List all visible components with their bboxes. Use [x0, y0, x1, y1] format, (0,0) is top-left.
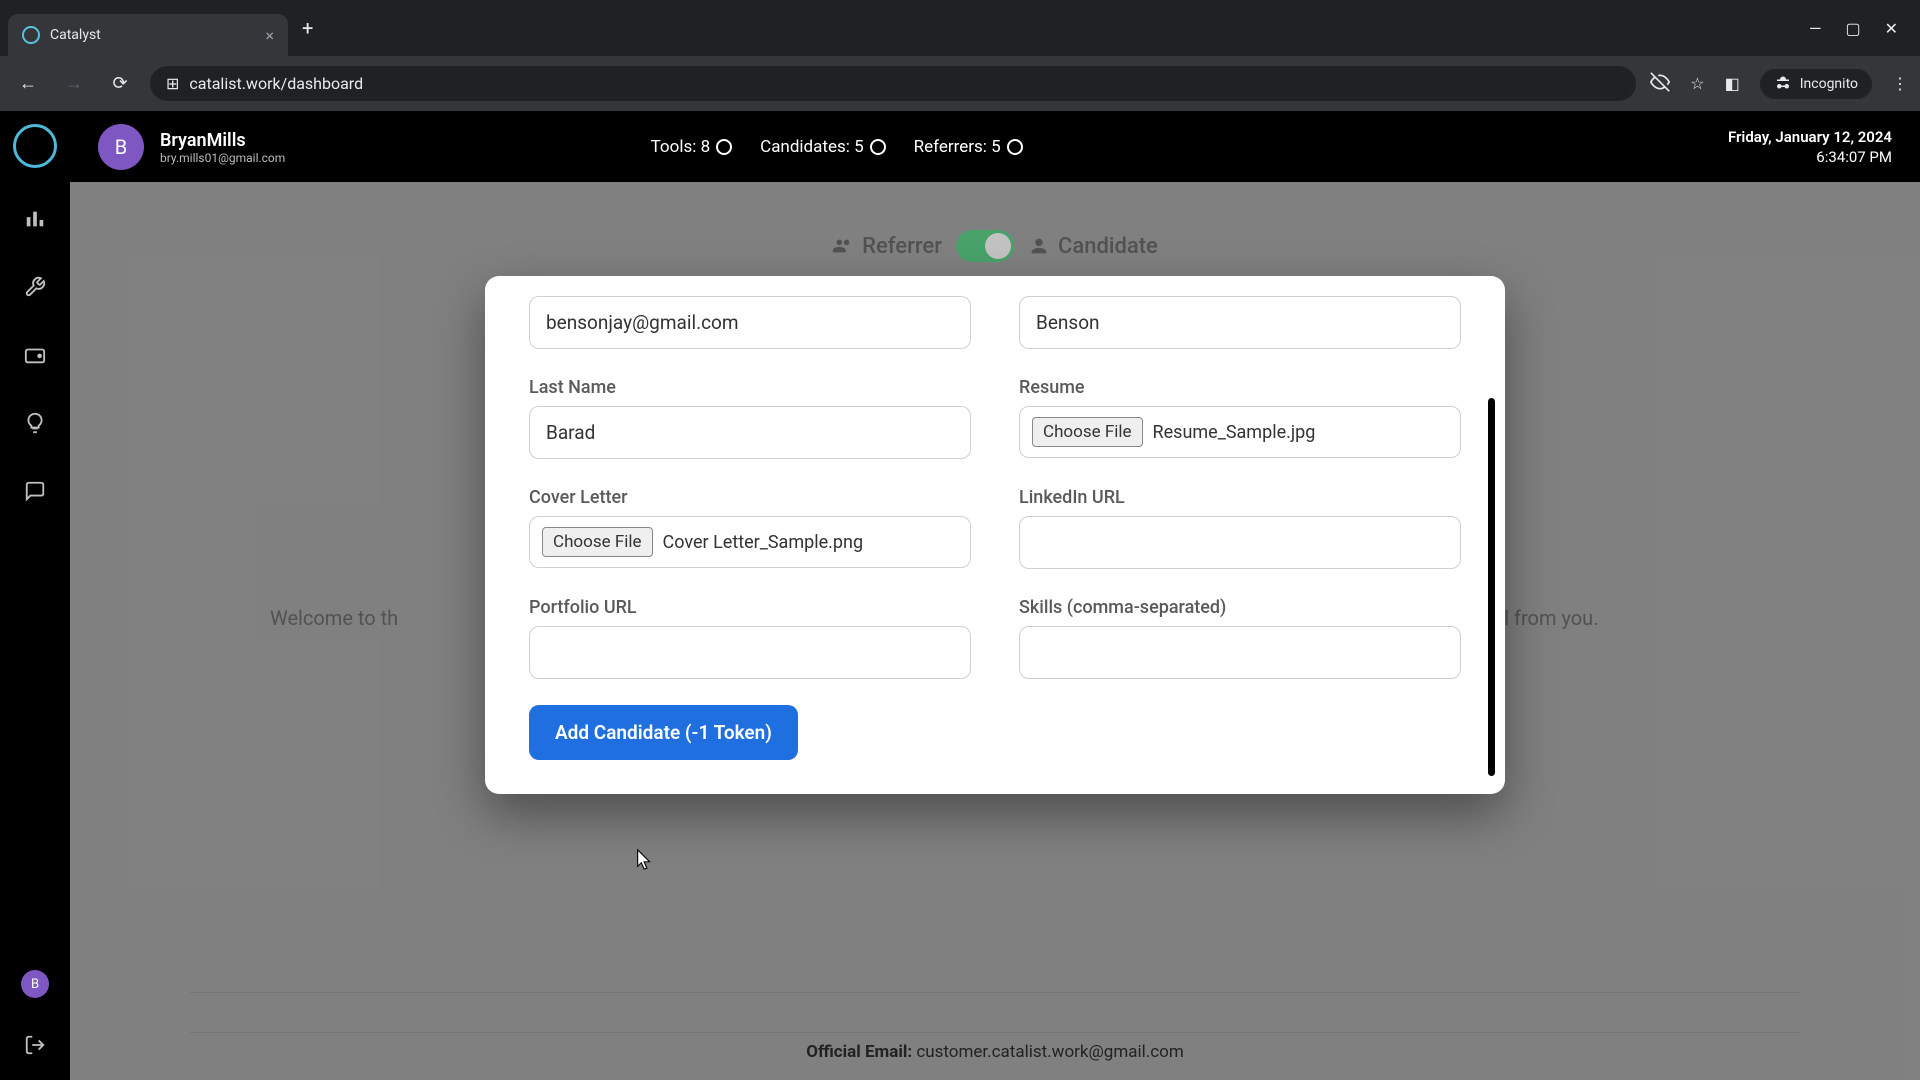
- header-time: 6:34:07 PM: [1728, 148, 1892, 166]
- stat-referrers: Referrers: 5: [914, 137, 1023, 157]
- footer-email: customer.catalist.work@gmail.com: [916, 1042, 1183, 1062]
- cover-letter-label: Cover Letter: [529, 487, 971, 508]
- tools-icon[interactable]: [24, 276, 46, 304]
- skills-label: Skills (comma-separated): [1019, 597, 1461, 618]
- linkedin-label: LinkedIn URL: [1019, 487, 1461, 508]
- resume-file-name: Resume_Sample.jpg: [1153, 422, 1316, 443]
- logout-icon[interactable]: [24, 1034, 46, 1062]
- tab-favicon-icon: [22, 26, 40, 44]
- add-candidate-button[interactable]: Add Candidate (-1 Token): [529, 705, 798, 760]
- portfolio-field[interactable]: [529, 626, 971, 679]
- close-window-icon[interactable]: ✕: [1885, 19, 1898, 38]
- resume-label: Resume: [1019, 377, 1461, 398]
- back-icon[interactable]: ←: [12, 73, 44, 94]
- new-tab-button[interactable]: +: [288, 16, 327, 40]
- panel-icon[interactable]: ◧: [1725, 74, 1740, 93]
- kebab-menu-icon[interactable]: ⋮: [1892, 74, 1908, 93]
- stat-tools: Tools: 8: [651, 137, 733, 157]
- user-email: bry.mills01@gmail.com: [160, 151, 285, 165]
- site-settings-icon[interactable]: ⊞: [166, 74, 179, 93]
- coin-icon: [716, 139, 732, 155]
- tab-title: Catalyst: [50, 27, 101, 43]
- skills-field[interactable]: [1019, 626, 1461, 679]
- last-name-label: Last Name: [529, 377, 971, 398]
- user-name: BryanMills: [160, 130, 285, 151]
- stat-candidates: Candidates: 5: [760, 137, 886, 157]
- coin-icon: [1007, 139, 1023, 155]
- last-name-field[interactable]: [529, 406, 971, 459]
- address-url: catalist.work/dashboard: [189, 74, 363, 93]
- reload-icon[interactable]: ⟳: [104, 73, 136, 94]
- app-header: B BryanMills bry.mills01@gmail.com Tools…: [70, 112, 1920, 182]
- address-bar[interactable]: ⊞ catalist.work/dashboard: [150, 66, 1636, 101]
- add-candidate-modal: Last Name Resume Choose File Resume_Samp…: [485, 276, 1505, 794]
- resume-file-input[interactable]: Choose File Resume_Sample.jpg: [1019, 406, 1461, 458]
- dashboard-icon[interactable]: [24, 208, 46, 236]
- coin-icon: [870, 139, 886, 155]
- forward-icon: →: [58, 73, 90, 94]
- chat-icon[interactable]: [24, 480, 46, 508]
- email-field[interactable]: [529, 296, 971, 349]
- modal-scrollbar[interactable]: [1488, 398, 1495, 776]
- app-logo-icon[interactable]: [13, 124, 57, 168]
- incognito-badge[interactable]: Incognito: [1760, 69, 1872, 99]
- browser-tab[interactable]: Catalyst ×: [8, 14, 288, 56]
- choose-file-button[interactable]: Choose File: [542, 527, 653, 557]
- first-name-field[interactable]: [1019, 296, 1461, 349]
- minimize-icon[interactable]: ―: [1809, 19, 1822, 38]
- wallet-icon[interactable]: [24, 344, 46, 372]
- portfolio-label: Portfolio URL: [529, 597, 971, 618]
- header-date: Friday, January 12, 2024: [1728, 128, 1892, 146]
- mini-avatar[interactable]: B: [21, 970, 49, 998]
- footer-prefix: Official Email:: [806, 1042, 912, 1062]
- incognito-icon: [1774, 75, 1792, 93]
- lightbulb-icon[interactable]: [24, 412, 46, 440]
- cover-file-name: Cover Letter_Sample.png: [663, 532, 864, 553]
- cover-file-input[interactable]: Choose File Cover Letter_Sample.png: [529, 516, 971, 568]
- linkedin-field[interactable]: [1019, 516, 1461, 569]
- choose-file-button[interactable]: Choose File: [1032, 417, 1143, 447]
- close-tab-icon[interactable]: ×: [265, 26, 274, 45]
- sidebar: B: [0, 112, 70, 1080]
- footer: Official Email: customer.catalist.work@g…: [70, 1042, 1920, 1062]
- eye-off-icon[interactable]: [1650, 72, 1670, 96]
- star-icon[interactable]: ☆: [1690, 74, 1704, 93]
- maximize-icon[interactable]: ▢: [1845, 19, 1860, 38]
- incognito-label: Incognito: [1800, 76, 1858, 92]
- avatar[interactable]: B: [98, 124, 144, 170]
